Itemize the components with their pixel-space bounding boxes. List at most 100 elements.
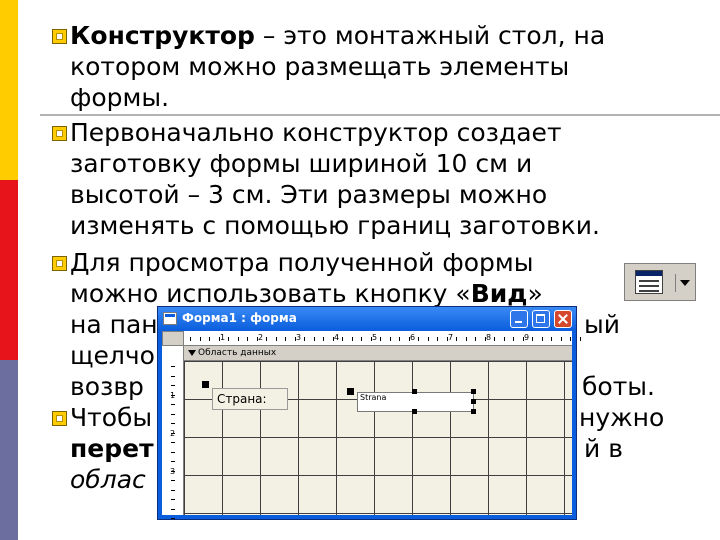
ruler-tick bbox=[171, 480, 175, 481]
ruler-tick bbox=[171, 499, 175, 500]
bullet4-line2: перет bbox=[70, 433, 154, 464]
bullet4-line3: облас bbox=[70, 464, 146, 495]
ruler-tick bbox=[370, 337, 372, 341]
ruler-tick bbox=[484, 337, 486, 341]
ruler-tick bbox=[446, 337, 448, 341]
ruler-tick bbox=[313, 337, 315, 341]
bullet4-term: перет bbox=[70, 434, 154, 463]
country-label-control[interactable]: Страна: bbox=[212, 388, 288, 410]
ruler-tick bbox=[494, 337, 495, 341]
bullet-icon bbox=[52, 29, 67, 44]
window-title: Форма1 : форма bbox=[182, 311, 297, 325]
move-handle[interactable] bbox=[347, 388, 354, 395]
ruler-tick bbox=[332, 337, 334, 341]
ruler-tick bbox=[171, 423, 175, 424]
ruler-tick bbox=[209, 337, 210, 341]
ruler-tick bbox=[399, 337, 400, 341]
bullet1-line1: Конструктор – это монтажный стол, на bbox=[70, 20, 605, 51]
minimize-button[interactable] bbox=[510, 310, 528, 328]
bullet2-line4: изменять с помощью границ заготовки. bbox=[70, 211, 600, 240]
resize-handle[interactable] bbox=[412, 409, 417, 414]
resize-handle[interactable] bbox=[471, 409, 476, 414]
ruler-tick bbox=[522, 337, 524, 341]
ruler-tick bbox=[171, 404, 175, 405]
ruler-tick bbox=[503, 337, 505, 341]
ruler-tick bbox=[285, 337, 286, 341]
form-icon bbox=[163, 312, 177, 325]
ruler-number: 3 bbox=[170, 467, 176, 476]
resize-handle[interactable] bbox=[412, 389, 417, 394]
ruler-tick bbox=[190, 337, 191, 341]
detail-section-grid[interactable]: Страна: Strana bbox=[184, 361, 572, 515]
ruler-tick bbox=[171, 366, 175, 367]
window-titlebar[interactable]: Форма1 : форма bbox=[158, 307, 576, 331]
ruler-tick bbox=[351, 337, 353, 341]
ruler-number: 2 bbox=[258, 333, 264, 342]
bullet4-italic: облас bbox=[70, 465, 146, 494]
ruler-tick bbox=[256, 337, 258, 341]
resize-handle[interactable] bbox=[471, 399, 476, 404]
bullet3-line5-right: боты. bbox=[582, 372, 655, 401]
ruler-number: 3 bbox=[296, 333, 302, 342]
ruler-tick bbox=[218, 337, 220, 341]
bullet1-rest: – это монтажный стол, на bbox=[254, 21, 606, 50]
title-divider bbox=[40, 114, 720, 116]
ruler-tick bbox=[465, 337, 467, 341]
ruler-tick bbox=[266, 337, 267, 341]
bullet1-line3: формы. bbox=[70, 83, 170, 112]
maximize-button[interactable] bbox=[532, 310, 550, 328]
ruler-tick bbox=[171, 413, 175, 415]
ruler-tick bbox=[570, 337, 571, 341]
close-button[interactable] bbox=[554, 310, 572, 328]
horizontal-ruler[interactable]: 1 2 3 4 5 6 7 8 9 bbox=[184, 331, 581, 346]
form-design-area: 1 2 3 4 5 6 7 8 9 Область данных 1 2 3 Страна: Str… bbox=[162, 331, 581, 519]
ruler-tick bbox=[294, 337, 296, 341]
ruler-number: 2 bbox=[170, 429, 176, 438]
view-toolbar-button[interactable] bbox=[624, 263, 696, 301]
ruler-number: 6 bbox=[410, 333, 416, 342]
ruler-tick bbox=[171, 394, 175, 396]
ruler-tick bbox=[560, 337, 562, 341]
ruler-tick bbox=[342, 337, 343, 341]
bullet-icon bbox=[52, 411, 67, 426]
form-selector[interactable] bbox=[162, 331, 184, 346]
ruler-tick bbox=[171, 508, 175, 510]
resize-handle[interactable] bbox=[471, 389, 476, 394]
ruler-tick bbox=[579, 337, 581, 341]
bullet1-line2: котором можно размещать элементы bbox=[70, 52, 570, 81]
ruler-tick bbox=[199, 337, 201, 341]
bullet3-view-term: Вид bbox=[470, 279, 528, 308]
vertical-ruler[interactable]: 1 2 3 bbox=[162, 346, 184, 519]
ruler-number: 8 bbox=[486, 333, 492, 342]
ruler-tick bbox=[380, 337, 381, 341]
ruler-number: 4 bbox=[334, 333, 340, 342]
ruler-number: 5 bbox=[372, 333, 378, 342]
ruler-tick bbox=[418, 337, 419, 341]
accent-strip-yellow bbox=[0, 0, 18, 180]
ruler-tick bbox=[275, 337, 277, 341]
ruler-tick bbox=[532, 337, 533, 341]
ruler-tick bbox=[408, 337, 410, 341]
ruler-tick bbox=[475, 337, 476, 341]
bullet3-line3: на пан bbox=[70, 310, 158, 339]
bullet-icon bbox=[52, 126, 67, 141]
ruler-tick bbox=[541, 337, 543, 341]
bullet1-term: Конструктор bbox=[70, 21, 255, 50]
bullet-icon bbox=[52, 256, 67, 271]
ruler-tick bbox=[361, 337, 362, 341]
ruler-tick bbox=[171, 489, 175, 491]
bullet3-line1: Для просмотра полученной формы bbox=[70, 248, 534, 277]
move-handle[interactable] bbox=[202, 381, 209, 388]
ruler-tick bbox=[171, 518, 175, 519]
dropdown-arrow-icon[interactable] bbox=[675, 274, 694, 292]
bullet2-line2: заготовку формы шириной 10 см и bbox=[70, 149, 533, 178]
ruler-tick bbox=[171, 442, 175, 443]
ruler-tick bbox=[171, 385, 175, 386]
bullet4-line1-right: нужно bbox=[579, 403, 665, 432]
bullet3-line2-pre: можно использовать кнопку « bbox=[70, 279, 471, 308]
bullet2-line3: высотой – 3 см. Эти размеры можно bbox=[70, 180, 548, 209]
ruler-tick bbox=[171, 461, 175, 462]
ruler-tick bbox=[389, 337, 391, 341]
ruler-tick bbox=[171, 470, 175, 472]
section-header[interactable]: Область данных bbox=[184, 346, 572, 361]
